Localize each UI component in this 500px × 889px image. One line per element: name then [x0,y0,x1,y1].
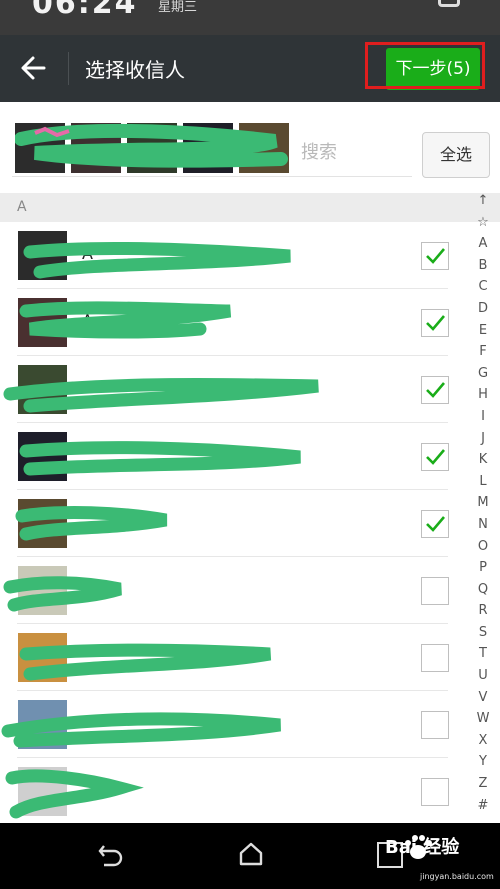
checkbox-unchecked[interactable] [421,711,449,739]
check-icon [426,516,445,532]
status-bar: 06:24 星期三 [0,0,500,35]
redaction-scribble [3,576,122,612]
status-date: 星期三 [158,0,198,15]
checkbox-checked[interactable] [421,443,449,471]
annotation-highlight-box [365,42,485,89]
index-letter[interactable]: U [471,665,495,687]
contact-row[interactable] [0,624,470,691]
index-letter[interactable]: A [471,233,495,255]
index-letter[interactable]: G [471,363,495,385]
index-letter[interactable]: K [471,449,495,471]
index-letter[interactable]: S [471,622,495,644]
select-all-button[interactable]: 全选 [422,132,490,178]
search-input[interactable]: 搜索 [301,138,337,164]
check-icon [426,248,445,264]
redaction-scribble [23,242,291,279]
contact-row[interactable] [0,356,470,423]
checkbox-unchecked[interactable] [421,644,449,672]
undo-arrow-icon [98,845,123,867]
redaction-scribble [15,123,288,168]
contact-row[interactable] [0,691,470,758]
contact-row[interactable] [0,490,470,557]
checkbox-checked[interactable] [421,510,449,538]
contact-row[interactable] [0,557,470,624]
index-letter[interactable]: L [471,471,495,493]
index-letter[interactable]: ↑ [471,190,495,212]
check-icon [426,315,445,331]
selected-avatars-strip [15,123,291,173]
index-letter[interactable]: I [471,406,495,428]
checkbox-checked[interactable] [421,309,449,337]
checkbox-checked[interactable] [421,242,449,270]
watermark-brand: Bai 经验 [385,837,460,858]
index-letter[interactable]: X [471,730,495,752]
contact-row[interactable] [0,758,470,825]
redaction-scribble [15,506,168,541]
index-letter[interactable]: E [471,320,495,342]
redaction-scribble [19,643,272,681]
index-letter[interactable]: P [471,557,495,579]
index-letter[interactable]: J [471,428,495,450]
redaction-scribble [19,441,301,476]
status-time: 06:24 [32,0,138,21]
index-letter[interactable]: O [471,536,495,558]
index-letter[interactable]: R [471,600,495,622]
index-letter[interactable]: # [471,795,495,817]
section-letter: A [17,199,27,215]
index-letter[interactable]: Z [471,773,495,795]
watermark-url: jingyan.baidu.com [420,872,494,881]
check-icon [426,449,445,465]
index-letter[interactable]: W [471,708,495,730]
redaction-scribble [5,769,144,819]
contact-list: AA [0,222,470,825]
checkbox-unchecked[interactable] [421,778,449,806]
contact-row[interactable]: A [0,289,470,356]
index-letter[interactable]: M [471,492,495,514]
back-button[interactable] [18,49,52,87]
index-letter[interactable]: T [471,643,495,665]
nav-home-button[interactable] [238,841,264,867]
redaction-scribble [1,712,281,748]
index-letter[interactable]: D [471,298,495,320]
checkbox-unchecked[interactable] [421,577,449,605]
index-letter[interactable]: F [471,341,495,363]
nav-back-button[interactable] [98,842,124,868]
page-title: 选择收信人 [85,58,185,82]
index-letter[interactable]: N [471,514,495,536]
redaction-scribble [19,301,232,339]
arrow-left-icon [21,56,46,80]
index-letter[interactable]: Y [471,751,495,773]
contact-row[interactable]: A [0,222,470,289]
alphabet-index-bar[interactable]: ↑ ☆ A B C D E F G H I J K L M N O P Q R S T U V W X Y Z # [471,190,495,816]
index-letter[interactable]: C [471,276,495,298]
home-icon [239,842,263,866]
index-letter[interactable]: B [471,255,495,277]
redaction-scribble [3,377,319,413]
index-letter[interactable]: H [471,384,495,406]
index-letter[interactable]: Q [471,579,495,601]
index-letter[interactable]: V [471,687,495,709]
checkbox-checked[interactable] [421,376,449,404]
search-underline [12,176,412,177]
check-icon [426,382,445,398]
header-divider [68,52,69,85]
contact-row[interactable] [0,423,470,490]
index-letter[interactable]: ☆ [471,212,495,234]
battery-icon [438,0,460,7]
section-header: A [0,193,500,222]
